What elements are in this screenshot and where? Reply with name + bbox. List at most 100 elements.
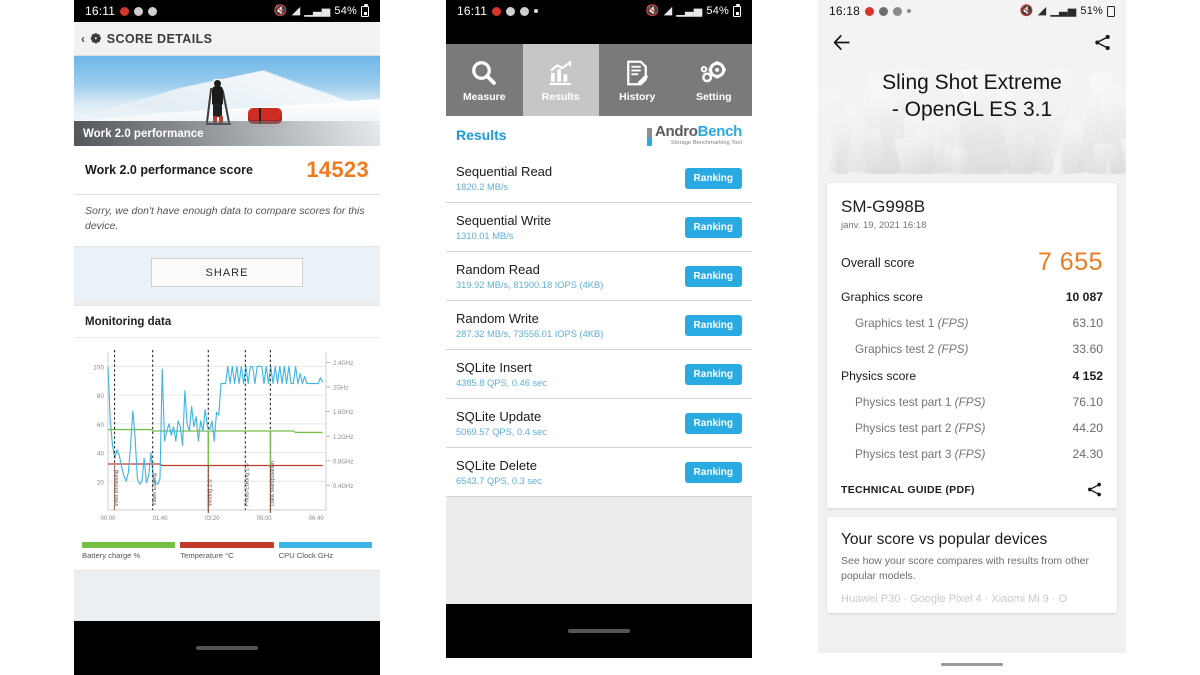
overall-score-value: 7 655 [1037,248,1103,276]
page-title: SCORE DETAILS [106,31,213,46]
score-value: 10 087 [1065,290,1103,304]
benchmark-title: Sling Shot Extreme - OpenGL ES 3.1 [818,70,1126,124]
back-chevron-icon[interactable]: ‹ [81,32,85,46]
mute-icon: 🔇 [1019,4,1034,17]
monitoring-chart-svg: 20 40 60 80 100 0.4GHz 0.8GHz 1.2GHz 1.6GHz 2GHz 2… [93,350,353,522]
score-subline: Physics test part 2 (FPS) 44.20 [841,421,1103,435]
x-axis-tick: 06:40 [309,516,325,522]
status-time: 16:18 [829,4,861,18]
battery-icon [1107,3,1115,17]
wifi-icon: ◢ [291,4,301,17]
score-card: SM-G998B janv. 19, 2021 16:18 Overall sc… [827,183,1117,508]
score-breakdown-list: Graphics score 10 087 Graphics test 1 (FPS… [841,290,1103,461]
legend-label: Battery charge % [82,551,141,561]
run-date: janv. 19, 2021 16:18 [841,220,927,231]
tab-results[interactable]: Results [522,44,599,116]
gesture-handle[interactable] [941,662,1003,666]
score-value: 33.60 [1072,342,1104,356]
share-icon[interactable] [1086,481,1103,498]
benchmark-row-text: Sequential Write 1310.01 MB/s [456,213,551,241]
benchmark-row[interactable]: Sequential Read 1820.2 MB/s Ranking [446,154,752,203]
signal-icon: ▁▃▅ [676,4,703,17]
benchmark-row[interactable]: Sequential Write 1310.01 MB/s Ranking [446,203,752,252]
message-icon [520,6,530,16]
pcmark-body: ‹ ❁ SCORE DETAILS Work 2.0 performance W… [74,22,380,621]
ranking-button[interactable]: Ranking [684,265,742,287]
benchmark-row[interactable]: Random Write 287.32 MB/s, 73556.01 IOPS (… [446,301,752,350]
ranking-button[interactable]: Ranking [684,412,742,434]
share-button[interactable]: SHARE [151,258,303,288]
tab-label: History [619,90,656,103]
message-icon [134,6,144,16]
share-icon[interactable] [1093,33,1112,52]
score-label: Graphics test 1 (FPS) [855,316,969,330]
title-line-1: Sling Shot Extreme [882,71,1062,94]
status-bar-3: 16:18 🔇 ◢ ▁▃▅ 51% [818,0,1126,22]
tab-history[interactable]: History [599,44,676,116]
benchmark-value: 319.92 MB/s, 81900.18 IOPS (4KB) [456,280,604,290]
compare-card: Your score vs popular devices See how yo… [827,517,1117,614]
phone-panel-pcmark: 16:11 🔇 ◢ ▁▃▅ 54% ‹ ❁ SCORE DETAILS Work… [74,0,380,675]
status-time: 16:11 [457,4,488,18]
benchmark-name: Random Write [456,311,539,326]
score-label: Work 2.0 performance score [85,163,253,177]
benchmark-row-text: SQLite Insert 4385.8 QPS, 0.46 sec [456,360,547,388]
alarm-icon [492,6,502,16]
no-data-card: Sorry, we don't have enough data to comp… [74,195,380,248]
benchmark-row[interactable]: SQLite Delete 6543.7 QPS, 0.3 sec Ranking [446,448,752,497]
x-axis-tick: 01:40 [153,516,169,522]
ranking-button[interactable]: Ranking [684,314,742,336]
score-label: Physics test part 1 (FPS) [855,395,986,409]
y-axis-tick: 80 [97,394,105,401]
signal-icon: ▁▃▅ [304,4,331,17]
monitoring-chart: 20 40 60 80 100 0.4GHz 0.8GHz 1.2GHz 1.6GHz 2GHz 2… [74,338,380,538]
ranking-button[interactable]: Ranking [684,461,742,483]
status-time: 16:11 [85,4,116,18]
top-bar [818,22,1126,62]
threedmark-body: Sling Shot Extreme - OpenGL ES 3.1 SM-G9… [818,22,1126,675]
y-axis-right-tick: 0.4GHz [333,484,353,490]
legend-label: CPU Clock GHz [278,551,334,561]
battery-icon [733,3,741,17]
benchmark-row[interactable]: SQLite Insert 4385.8 QPS, 0.46 sec Ranking [446,350,752,399]
score-subline: Physics test part 3 (FPS) 24.30 [841,447,1103,461]
androbench-logo: AndroBench Storage Benchmarking Tool [646,124,742,146]
benchmark-row[interactable]: Random Read 319.92 MB/s, 81900.18 IOPS (4… [446,252,752,301]
y-axis-tick: 20 [97,480,105,487]
ranking-button[interactable]: Ranking [684,167,742,189]
heart-icon [148,6,158,16]
tab-measure[interactable]: Measure [446,44,523,116]
benchmark-value: 6543.7 QPS, 0.3 sec [456,476,542,486]
gear-icon [700,60,726,82]
score-subline: Graphics test 2 (FPS) 33.60 [841,342,1103,356]
tab-setting[interactable]: Setting [675,44,752,116]
photo-icon [506,6,516,16]
email-icon [879,6,889,16]
technical-guide-row[interactable]: TECHNICAL GUIDE (PDF) [841,479,1103,498]
snowflake-logo-icon: ❁ [90,30,102,46]
x-axis-tick: 03:20 [205,516,221,522]
screenshot-stage: 16:11 🔇 ◢ ▁▃▅ 54% ‹ ❁ SCORE DETAILS Work… [0,0,1200,675]
navigation-bar-2 [446,604,752,658]
navigation-bar-1 [74,621,380,675]
magnifier-icon [472,60,497,85]
rock-shape [1093,143,1120,174]
ranking-button[interactable]: Ranking [684,363,742,385]
chart-icon [549,60,572,85]
device-name: SM-G998B [841,197,926,216]
battery-percent: 54% [706,5,729,17]
battery-icon [361,3,369,17]
back-arrow-icon[interactable] [832,32,853,53]
benchmark-row[interactable]: SQLite Update 5069.57 QPS, 0.4 sec Ranking [446,399,752,448]
gesture-handle[interactable] [196,646,258,650]
technical-guide-label: TECHNICAL GUIDE (PDF) [841,483,975,496]
legend-item: CPU Clock GHz [278,542,372,561]
ranking-button[interactable]: Ranking [684,216,742,238]
compare-subtitle: See how your score compares with results… [841,555,1090,583]
y-axis-right-tick: 2.4GHz [333,361,353,367]
gesture-handle[interactable] [568,629,630,633]
score-card: Work 2.0 performance score 14523 [74,146,380,195]
series-line [108,463,323,467]
score-subline: Physics test part 1 (FPS) 76.10 [841,395,1103,409]
phone-panel-3dmark: 16:18 🔇 ◢ ▁▃▅ 51% Sling Shot Extreme - O… [818,0,1126,675]
